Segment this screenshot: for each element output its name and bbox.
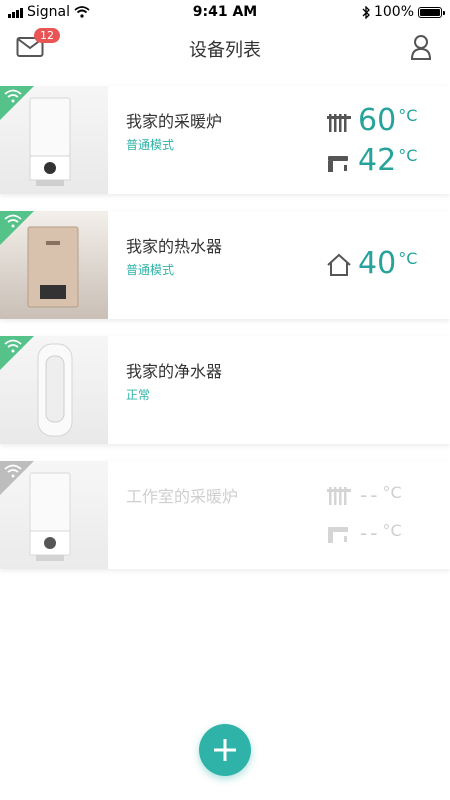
- device-name: 我家的采暖炉: [126, 112, 223, 131]
- wifi-icon: [4, 214, 22, 228]
- battery-percentage: 100%: [373, 4, 414, 20]
- temperature-unit: °C: [398, 146, 418, 165]
- radiator-icon: [327, 114, 351, 132]
- plus-icon: [214, 739, 236, 761]
- user-icon[interactable]: [410, 34, 432, 60]
- wifi-icon: [4, 464, 22, 478]
- temperature-unit: °C: [382, 521, 402, 540]
- water-temperature: 42: [358, 143, 397, 178]
- temperature-unit: °C: [382, 483, 402, 502]
- water-temperature: --: [360, 521, 381, 545]
- heating-temp-row: -- °C: [326, 483, 402, 507]
- device-card[interactable]: 工作室的采暖炉 -- °C -- °C: [0, 461, 450, 569]
- room-temp-row: 40 °C: [326, 249, 417, 279]
- heating-temperature: 60: [358, 103, 397, 138]
- temperature-unit: °C: [398, 249, 418, 268]
- house-icon: [327, 253, 351, 276]
- temperature-unit: °C: [398, 106, 418, 125]
- faucet-icon: [328, 156, 348, 172]
- faucet-icon: [328, 527, 348, 543]
- device-name: 我家的净水器: [126, 362, 223, 381]
- device-mode: 普通模式: [126, 263, 175, 277]
- device-card[interactable]: 我家的采暖炉 普通模式 60 °C 42 °C: [0, 86, 450, 194]
- add-device-button[interactable]: [199, 724, 251, 776]
- status-bar: Signal 9:41 AM 100%: [0, 0, 450, 24]
- heating-temperature: --: [360, 483, 381, 507]
- radiator-icon: [327, 487, 351, 505]
- room-temperature: 40: [358, 246, 397, 281]
- water-temp-row: -- °C: [326, 521, 402, 545]
- wifi-icon: [4, 339, 22, 353]
- water-temp-row: 42 °C: [326, 146, 417, 176]
- heating-temp-row: 60 °C: [326, 106, 417, 136]
- nav-bar: 12 设备列表: [0, 24, 450, 74]
- device-card[interactable]: 我家的热水器 普通模式 40 °C: [0, 211, 450, 319]
- device-card[interactable]: 我家的净水器 正常: [0, 336, 450, 444]
- device-mode: 普通模式: [126, 138, 175, 152]
- wifi-icon: [4, 89, 22, 103]
- page-title: 设备列表: [189, 40, 261, 61]
- battery-icon: [418, 6, 445, 18]
- bluetooth-icon: [362, 5, 370, 19]
- device-name: 我家的热水器: [126, 237, 223, 256]
- device-status: 正常: [126, 388, 151, 402]
- device-name: 工作室的采暖炉: [126, 487, 239, 506]
